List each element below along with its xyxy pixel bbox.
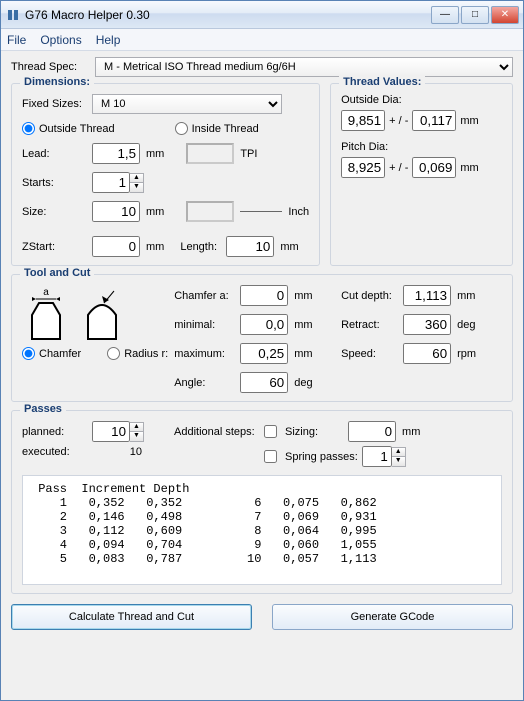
zstart-input[interactable]	[92, 236, 140, 257]
svg-text:a: a	[43, 287, 49, 298]
pitch-dia-label: Pitch Dia:	[341, 141, 502, 153]
dimensions-legend: Dimensions:	[20, 76, 94, 88]
tool-group: Tool and Cut a	[11, 274, 513, 402]
radius-radio[interactable]: Radius r:	[107, 347, 168, 360]
speed-input[interactable]	[403, 343, 451, 364]
sizing-check[interactable]: Sizing:	[264, 425, 318, 438]
menubar: File Options Help	[1, 29, 523, 51]
executed-value: 10	[92, 446, 142, 458]
inside-thread-radio[interactable]: Inside Thread	[175, 122, 259, 135]
passes-legend: Passes	[20, 403, 66, 415]
titlebar: G76 Macro Helper 0.30 — □ ✕	[1, 1, 523, 29]
dimensions-group: Dimensions: Fixed Sizes: M 10 Outside Th…	[11, 83, 320, 266]
generate-gcode-button[interactable]: Generate GCode	[272, 604, 513, 630]
spring-check[interactable]: Spring passes:	[264, 450, 358, 463]
pass-table[interactable]: Pass Increment Depth 1 0,352 0,352 6 0,0…	[22, 475, 502, 585]
pitch-dia-value[interactable]	[341, 157, 385, 178]
outside-thread-radio[interactable]: Outside Thread	[22, 122, 115, 135]
window-title: G76 Macro Helper 0.30	[25, 8, 431, 22]
radius-diagram-icon	[78, 285, 126, 343]
size-inch-input	[186, 201, 234, 222]
planned-spinner[interactable]: ▲▼	[92, 421, 144, 442]
angle-input[interactable]	[240, 372, 288, 393]
zstart-label: ZStart:	[22, 241, 92, 253]
size-input[interactable]	[92, 201, 140, 222]
chevron-up-icon[interactable]: ▲	[130, 174, 143, 183]
chamfer-a-input[interactable]	[240, 285, 288, 306]
chamfer-radio[interactable]: Chamfer	[22, 347, 81, 360]
menu-help[interactable]: Help	[96, 33, 121, 47]
minimize-button[interactable]: —	[431, 6, 459, 24]
chamfer-diagram-icon: a	[22, 285, 70, 343]
outside-dia-label: Outside Dia:	[341, 94, 502, 106]
starts-label: Starts:	[22, 177, 92, 189]
cut-depth-input[interactable]	[403, 285, 451, 306]
fixed-sizes-select[interactable]: M 10	[92, 94, 282, 114]
maximum-input[interactable]	[240, 343, 288, 364]
app-icon	[5, 7, 21, 23]
outside-dia-tol[interactable]	[412, 110, 456, 131]
thread-values-legend: Thread Values:	[339, 76, 425, 88]
threadspec-select[interactable]: M - Metrical ISO Thread medium 6g/6H	[95, 57, 513, 77]
maximize-button[interactable]: □	[461, 6, 489, 24]
spring-spinner[interactable]: ▲▼	[362, 446, 406, 467]
thread-values-group: Thread Values: Outside Dia: + / - mm Pit…	[330, 83, 513, 266]
passes-group: Passes planned: ▲▼ executed: 10 Ad	[11, 410, 513, 594]
sizing-input[interactable]	[348, 421, 396, 442]
tool-legend: Tool and Cut	[20, 267, 94, 279]
length-input[interactable]	[226, 236, 274, 257]
fixed-sizes-label: Fixed Sizes:	[22, 98, 92, 110]
chevron-down-icon[interactable]: ▼	[130, 183, 143, 192]
length-label: Length:	[180, 241, 226, 253]
line-sample-icon	[240, 211, 282, 212]
calculate-button[interactable]: Calculate Thread and Cut	[11, 604, 252, 630]
minimal-input[interactable]	[240, 314, 288, 335]
menu-options[interactable]: Options	[40, 33, 81, 47]
lead-input[interactable]	[92, 143, 140, 164]
pitch-dia-tol[interactable]	[412, 157, 456, 178]
starts-spinner[interactable]: ▲▼	[92, 172, 144, 193]
retract-input[interactable]	[403, 314, 451, 335]
close-button[interactable]: ✕	[491, 6, 519, 24]
size-label: Size:	[22, 206, 92, 218]
lead-label: Lead:	[22, 148, 92, 160]
tpi-input	[186, 143, 234, 164]
menu-file[interactable]: File	[7, 33, 26, 47]
app-window: G76 Macro Helper 0.30 — □ ✕ File Options…	[0, 0, 524, 701]
threadspec-label: Thread Spec:	[11, 61, 95, 73]
outside-dia-value[interactable]	[341, 110, 385, 131]
